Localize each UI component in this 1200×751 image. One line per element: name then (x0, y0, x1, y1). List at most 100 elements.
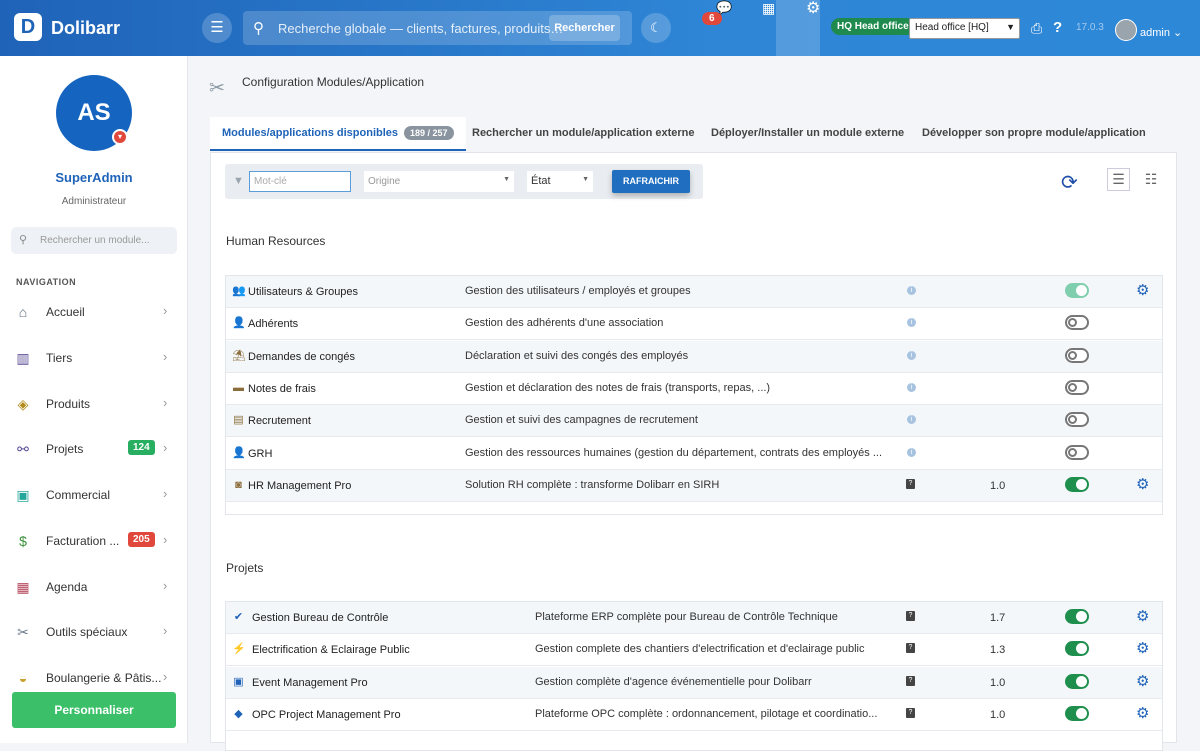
help-icon[interactable]: ? (906, 478, 915, 489)
search-button[interactable]: Rechercher (549, 15, 620, 41)
module-row: 👥 Utilisateurs & Groupes Gestion des utili… (226, 276, 1162, 308)
brand-name[interactable]: Dolibarr (51, 18, 120, 39)
module-version: 1.0 (990, 676, 1006, 689)
info-icon[interactable]: i (907, 318, 916, 328)
module-search-input[interactable]: Rechercher un module... (40, 235, 150, 246)
menu-toggle-button[interactable]: ☰ (202, 13, 232, 43)
sidebar-item-label: Boulangerie & Pâtis... (46, 671, 162, 685)
help-icon[interactable]: ? (906, 675, 915, 686)
module-description: Gestion des ressources humaines (gestion… (465, 446, 882, 459)
page-title: Configuration Modules/Application (242, 75, 425, 89)
module-toggle-off[interactable] (1065, 412, 1089, 428)
module-toggle-on[interactable] (1065, 673, 1089, 689)
module-row: ▬ Notes de frais Gestion et déclaration de… (226, 373, 1162, 405)
sidebar-item[interactable]: ▦ Agenda › (0, 568, 188, 608)
module-toggle-off[interactable] (1065, 315, 1089, 331)
sidebar-item[interactable]: $ Facturation ... 205 › (0, 522, 188, 562)
module-toggle-on[interactable] (1065, 283, 1089, 298)
home-icon: ⌂ (18, 304, 28, 320)
info-icon[interactable]: i (907, 447, 916, 457)
module-toggle-on[interactable] (1065, 476, 1089, 492)
dark-mode-toggle[interactable]: ☾ (641, 13, 671, 43)
module-toggle-on[interactable] (1065, 609, 1089, 624)
module-name: Event Management Pro (252, 676, 368, 689)
chevron-down-icon: ⌄ (1173, 27, 1183, 39)
settings-tab[interactable]: ⚙ (776, 0, 820, 56)
calendar-icon[interactable]: ▦ (762, 0, 775, 17)
sidebar-item[interactable]: ⚯ Projets 124 › (0, 430, 188, 470)
gear-icon[interactable]: ⚙ (1136, 674, 1149, 689)
entity-select[interactable]: Head office [HQ] ▼ (909, 18, 1020, 39)
avatar-dropdown-icon[interactable]: ▾ (112, 129, 128, 145)
tools-icon: ✂ (17, 624, 29, 640)
help-icon[interactable]: ? (906, 643, 915, 654)
user-name[interactable]: SuperAdmin (0, 170, 188, 185)
gear-icon[interactable]: ⚙ (1136, 706, 1149, 721)
sidebar-item[interactable]: ▣ Commercial › (0, 476, 188, 516)
gear-icon[interactable]: ⚙ (1136, 609, 1149, 624)
tab-develop-module[interactable]: Développer son propre module/application (922, 117, 1146, 151)
gear-icon[interactable]: ⚙ (1136, 641, 1149, 656)
chevron-down-icon: ▼ (503, 176, 510, 183)
sidebar-item[interactable]: ▥ Tiers › (0, 339, 188, 379)
help-icon[interactable]: ? (906, 707, 915, 718)
dolibarr-logo[interactable]: D (14, 13, 42, 41)
member-icon: 👤 (232, 317, 246, 330)
info-icon[interactable]: i (907, 286, 916, 295)
print-icon[interactable]: ⎙ (1031, 20, 1042, 37)
module-name: OPC Project Management Pro (252, 708, 401, 721)
tab-search-external[interactable]: Rechercher un module/application externe (472, 117, 695, 151)
sidebar-item[interactable]: ◈ Produits › (0, 385, 188, 425)
count-badge: 124 (128, 440, 155, 455)
keyword-input[interactable]: Mot-clé (249, 171, 351, 192)
sidebar-item[interactable]: ⌂ Accueil › (0, 293, 188, 333)
grid-view-icon[interactable]: ☷ (1140, 168, 1162, 190)
refresh-button[interactable]: RAFRAICHIR (612, 170, 690, 193)
customize-button[interactable]: Personnaliser (12, 692, 176, 728)
chevron-right-icon: › (163, 395, 168, 410)
module-row: ◆ OPC Project Management Pro Plateforme OP… (226, 699, 1162, 731)
tab-available-modules[interactable]: Modules/applications disponibles 189 / 25… (210, 117, 466, 151)
user-menu[interactable]: admin ⌄ (1140, 26, 1182, 39)
chevron-right-icon: › (163, 532, 168, 547)
sidebar-item[interactable]: ✂ Outils spéciaux › (0, 613, 188, 653)
help-icon[interactable]: ? (906, 611, 915, 621)
info-icon[interactable]: i (907, 415, 916, 425)
user-name: admin (1140, 27, 1170, 39)
calendar-icon: ▦ (16, 579, 30, 595)
chevron-right-icon: › (163, 303, 168, 318)
sidebar-item-label: Commercial (46, 488, 111, 502)
user-avatar[interactable] (1115, 19, 1137, 41)
module-toggle-off[interactable] (1065, 347, 1089, 363)
gear-icon[interactable]: ⚙ (1136, 283, 1149, 298)
info-icon[interactable]: i (907, 350, 916, 360)
module-search[interactable]: ⚲ Rechercher un module... (11, 227, 177, 254)
user-tie-icon: 👤 (232, 446, 246, 459)
module-row: ▣ Event Management Pro Gestion complète d'… (226, 666, 1162, 699)
event-icon: ▣ (233, 675, 244, 688)
module-toggle-on[interactable] (1065, 641, 1089, 657)
module-name: Notes de frais (248, 382, 316, 395)
module-toggle-off[interactable] (1065, 379, 1089, 395)
hr-pro-icon: ◙ (235, 478, 242, 491)
module-toggle-on[interactable] (1065, 705, 1089, 721)
info-icon[interactable]: i (907, 382, 916, 392)
module-row: 👤 Adhérents Gestion des adhérents d'une as… (226, 308, 1162, 341)
chevron-right-icon: › (163, 349, 168, 364)
tools-icon: ✂ (209, 78, 225, 99)
module-name: Recrutement (248, 415, 311, 428)
reload-icon[interactable]: ⟳ (1061, 170, 1078, 195)
global-search-input[interactable]: Recherche globale — clients, factures, p… (278, 21, 563, 36)
sitemap-icon: ⚯ (17, 441, 29, 457)
module-toggle-off[interactable] (1065, 444, 1089, 460)
nav-title: NAVIGATION (16, 277, 77, 287)
module-group-projects: ✔ Gestion Bureau de Contrôle Plateforme ER… (225, 601, 1163, 751)
list-view-icon[interactable]: ☰ (1107, 168, 1130, 191)
tab-label: Modules/applications disponibles (222, 127, 399, 139)
count-badge: 205 (128, 532, 155, 547)
state-select[interactable]: État ▼ (527, 171, 593, 192)
origin-select[interactable]: Origine ▼ (364, 171, 514, 192)
gear-icon[interactable]: ⚙ (1136, 477, 1149, 492)
tab-deploy-module[interactable]: Déployer/Installer un module externe (711, 117, 904, 151)
help-icon[interactable]: ? (1053, 19, 1062, 36)
